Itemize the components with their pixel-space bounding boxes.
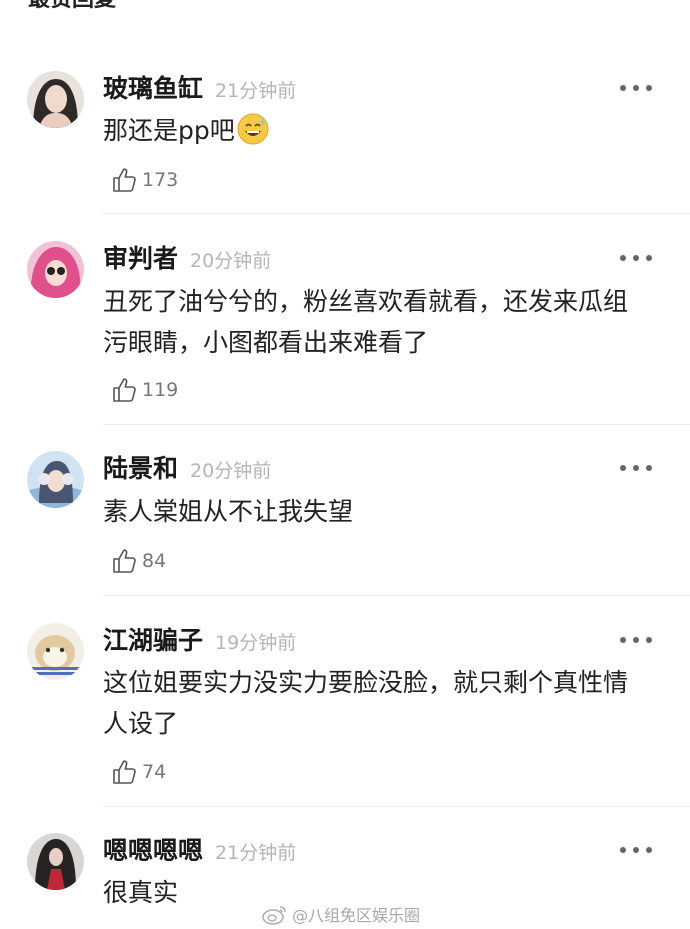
more-options-icon[interactable]	[620, 78, 652, 98]
comment-text: 这位姐要实力没实力要脸没脸，就只剩个真性情人设了	[103, 668, 629, 738]
like-button[interactable]: 84	[112, 546, 166, 576]
username[interactable]: 审判者	[103, 241, 178, 277]
avatar[interactable]	[27, 833, 84, 890]
timestamp: 20分钟前	[190, 250, 272, 272]
watermark-text: @八组免区娱乐圈	[292, 906, 421, 925]
comment-text-row: 那还是pp吧	[103, 110, 663, 151]
divider	[103, 595, 690, 596]
avatar[interactable]	[27, 71, 84, 128]
more-options-icon[interactable]	[620, 840, 652, 860]
thumbs-up-icon	[113, 760, 136, 784]
divider	[103, 424, 690, 425]
username[interactable]: 江湖骗子	[103, 623, 203, 659]
avatar[interactable]	[27, 451, 84, 508]
more-options-icon[interactable]	[620, 458, 652, 478]
sweat-smile-emoji-icon	[237, 113, 269, 145]
section-title: 最赞回复	[28, 0, 116, 14]
watermark: @八组免区娱乐圈	[262, 902, 420, 926]
like-button[interactable]: 119	[112, 375, 178, 405]
more-options-icon[interactable]	[620, 248, 652, 268]
weibo-logo-icon	[262, 906, 286, 925]
like-count: 173	[142, 169, 179, 191]
username[interactable]: 玻璃鱼缸	[103, 71, 203, 107]
timestamp: 20分钟前	[190, 460, 272, 482]
thumbs-up-icon	[113, 378, 136, 402]
avatar[interactable]	[27, 241, 84, 298]
like-button[interactable]: 173	[112, 165, 178, 195]
like-count: 74	[142, 761, 167, 783]
timestamp: 19分钟前	[215, 632, 297, 654]
like-count: 84	[142, 550, 167, 572]
like-count: 119	[142, 379, 179, 401]
avatar[interactable]	[27, 623, 84, 680]
like-button[interactable]: 74	[112, 757, 166, 787]
username[interactable]: 陆景和	[103, 451, 178, 487]
divider	[103, 213, 690, 214]
username[interactable]: 嗯嗯嗯嗯	[103, 833, 203, 869]
comment-text: 那还是pp吧	[103, 116, 235, 145]
divider	[103, 806, 690, 807]
comment-text: 素人棠姐从不让我失望	[103, 497, 354, 526]
comment-text: 丑死了油兮兮的，粉丝喜欢看就看，还发来瓜组污眼睛，小图都看出来难看了	[103, 287, 629, 357]
timestamp: 21分钟前	[215, 80, 297, 102]
more-options-icon[interactable]	[620, 630, 652, 650]
thumbs-up-icon	[113, 549, 136, 573]
thumbs-up-icon	[113, 168, 136, 192]
timestamp: 21分钟前	[215, 842, 297, 864]
